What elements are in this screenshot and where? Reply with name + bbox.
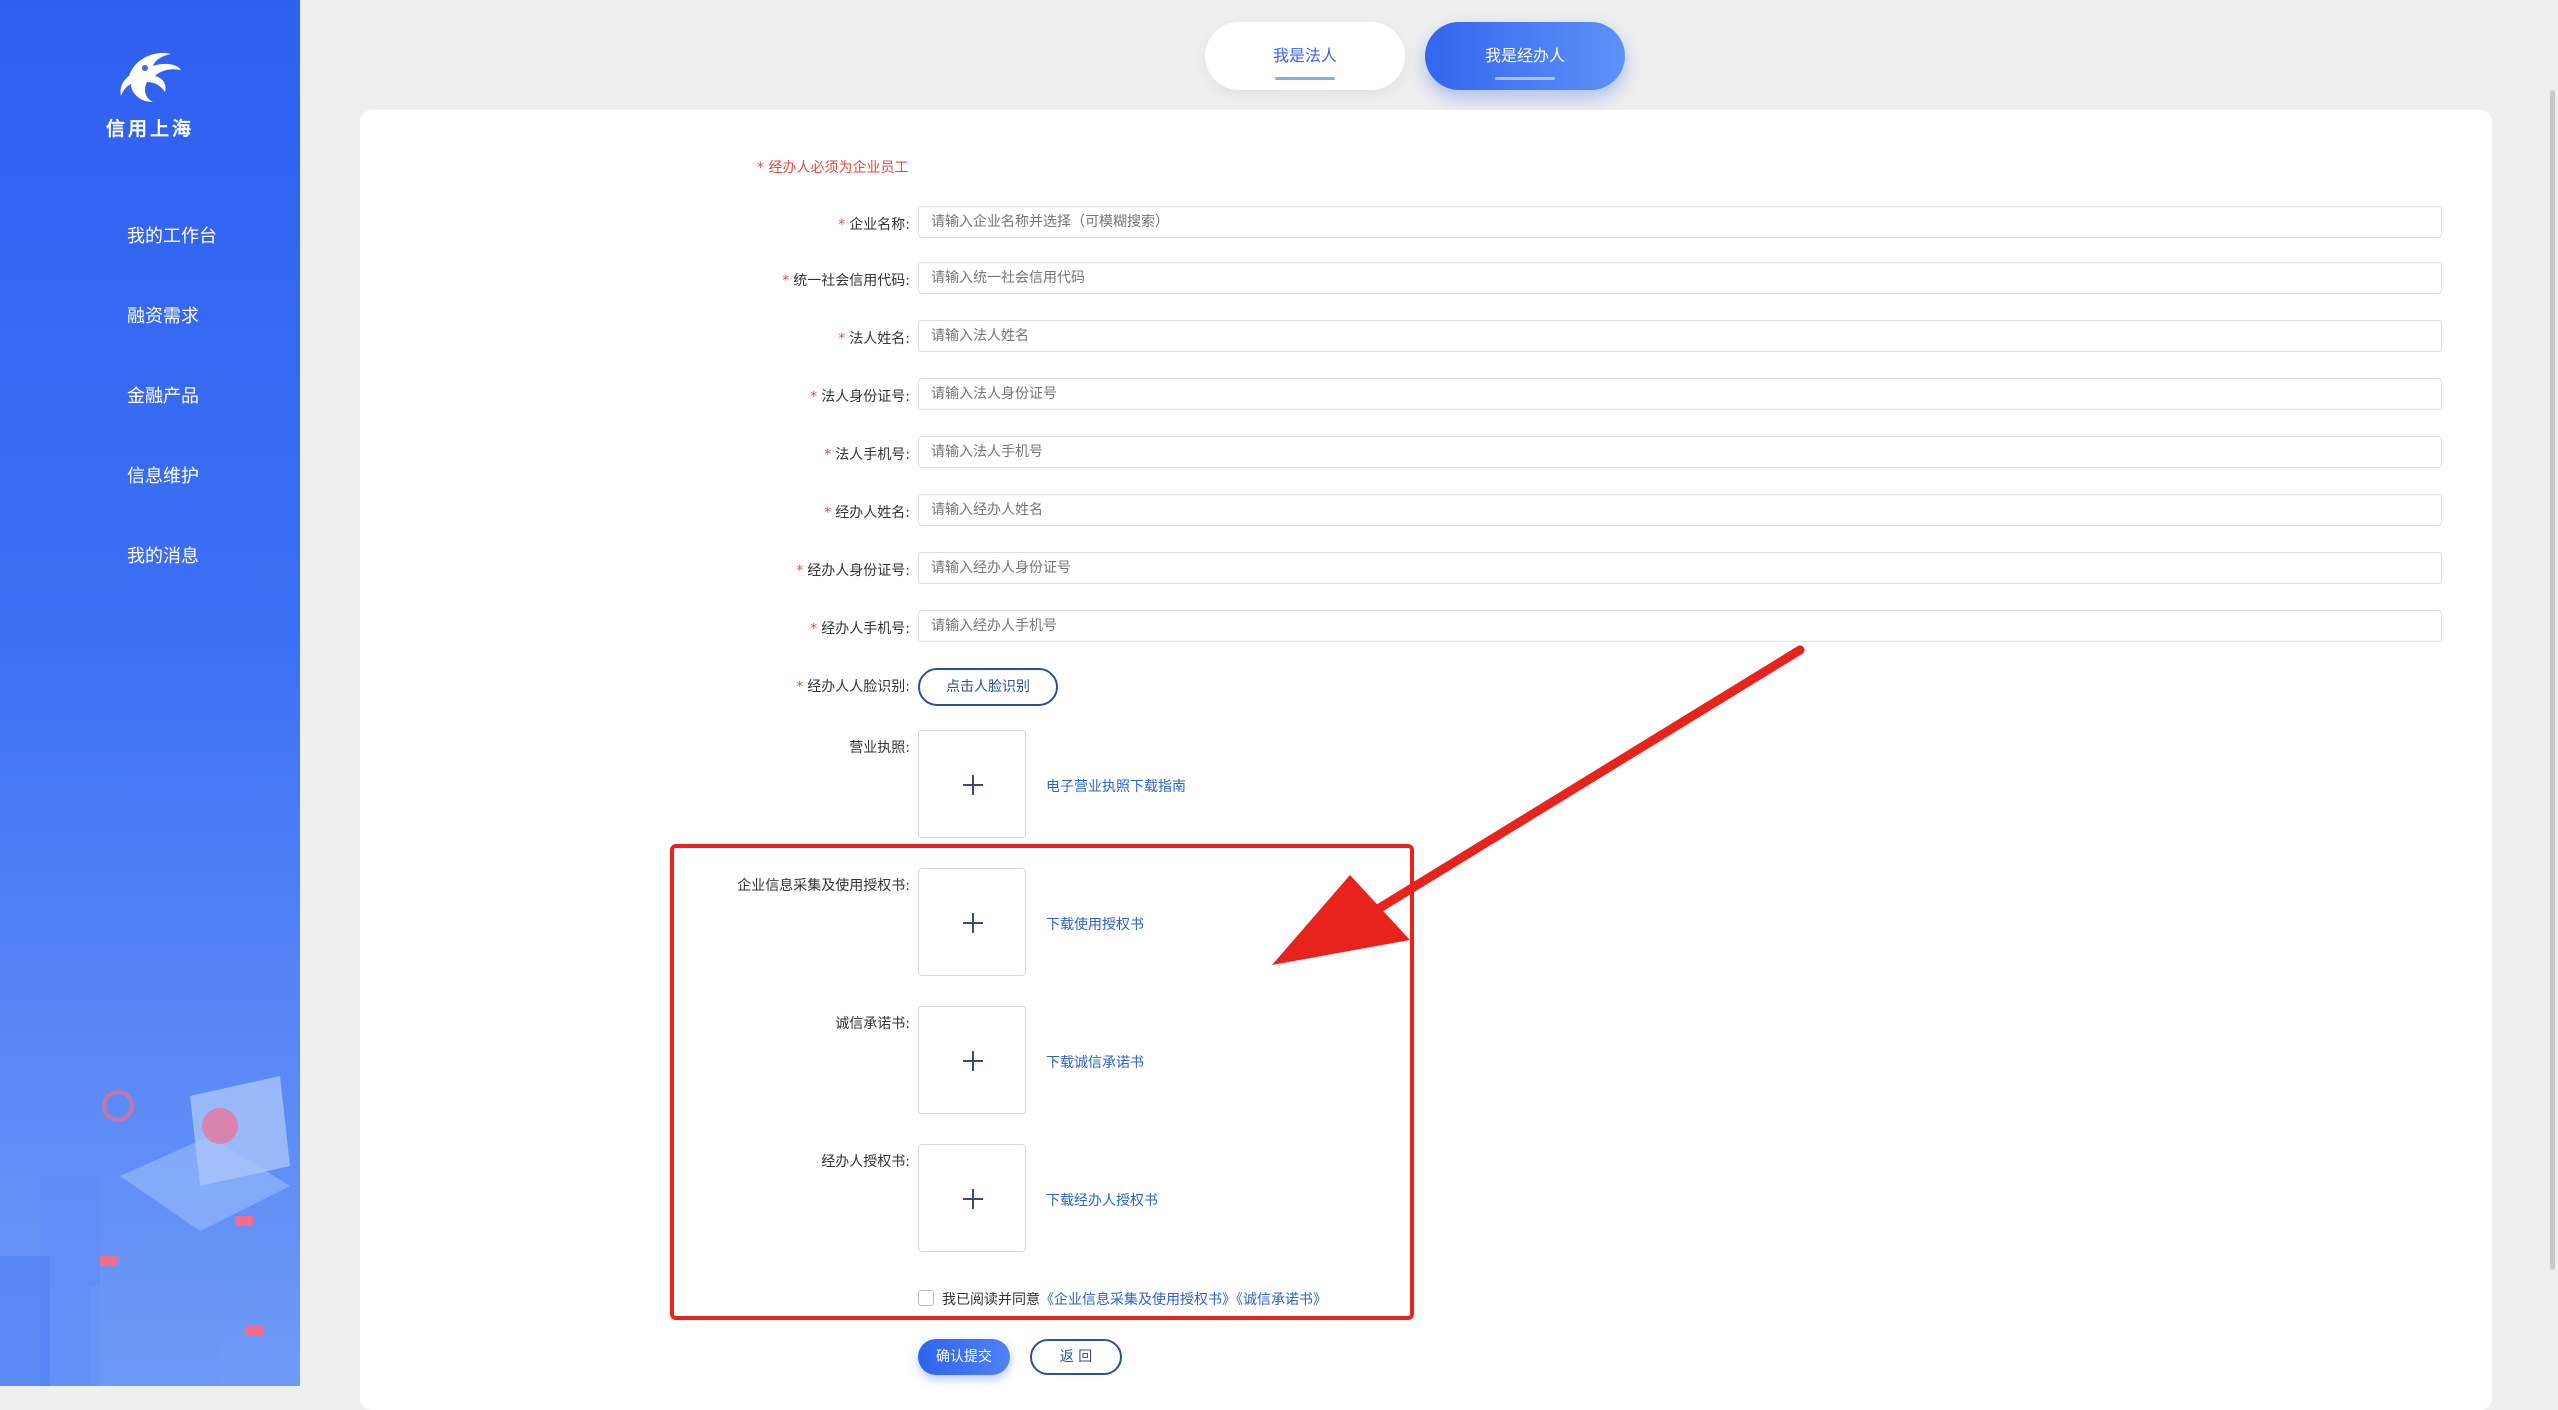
plus-icon	[963, 1051, 983, 1071]
logo-icon	[120, 52, 181, 102]
face-recognition-button[interactable]: 点击人脸识别	[918, 668, 1058, 706]
plus-icon	[963, 913, 983, 933]
back-button[interactable]: 返 回	[1030, 1339, 1122, 1375]
agent-name-input[interactable]	[918, 494, 2442, 526]
agree-text: 我已阅读并同意《企业信息采集及使用授权书》《诚信承诺书》	[942, 1289, 1327, 1309]
field-label: * 经办人身份证号:	[796, 563, 910, 579]
sidebar-nav: 我的工作台 融资需求 金融产品 信息维护 我的消息	[0, 212, 300, 612]
field-label: * 法人姓名:	[838, 331, 910, 347]
legal-name-input[interactable]	[918, 320, 2442, 352]
legal-id-input[interactable]	[918, 378, 2442, 410]
agent-authorization-upload[interactable]	[918, 1144, 1026, 1252]
tab-agent-label: 我是经办人	[1484, 46, 1565, 65]
field-label: * 统一社会信用代码:	[782, 273, 910, 289]
field-label: * 经办人人脸识别:	[796, 679, 910, 695]
field-label: * 企业名称:	[838, 217, 910, 233]
legal-phone-input[interactable]	[918, 436, 2442, 468]
tab-legal-underline	[1275, 77, 1335, 80]
download-integrity-link[interactable]: 下载诚信承诺书	[1046, 1052, 1144, 1072]
license-guide-link[interactable]: 电子营业执照下载指南	[1046, 776, 1186, 796]
field-label: * 法人身份证号:	[810, 389, 910, 405]
field-label: * 法人手机号:	[824, 447, 910, 463]
tab-legal-label: 我是法人	[1272, 46, 1337, 65]
field-label: * 经办人手机号:	[810, 621, 910, 637]
sidebar-item-info[interactable]: 信息维护	[0, 452, 300, 532]
download-authorization-link[interactable]: 下载使用授权书	[1046, 914, 1144, 934]
tab-agent[interactable]: 我是经办人	[1425, 22, 1625, 90]
upload-label: 经办人授权书:	[821, 1154, 910, 1170]
download-agent-authorization-link[interactable]: 下载经办人授权书	[1046, 1190, 1158, 1210]
agreement-link-integrity[interactable]: 《诚信承诺书》	[1236, 1292, 1327, 1308]
sidebar-item-workbench[interactable]: 我的工作台	[0, 212, 300, 292]
submit-button[interactable]: 确认提交	[918, 1339, 1010, 1375]
sidebar-item-products[interactable]: 金融产品	[0, 372, 300, 452]
upload-label: 企业信息采集及使用授权书:	[737, 878, 910, 894]
tab-legal-person[interactable]: 我是法人	[1205, 22, 1405, 90]
sidebar: 信用上海 我的工作台 融资需求 金融产品 信息维护 我的消息	[0, 0, 300, 1386]
agreement-link-authorization[interactable]: 《企业信息采集及使用授权书》	[1040, 1292, 1236, 1308]
upload-label: 诚信承诺书:	[835, 1016, 910, 1032]
field-label: * 经办人姓名:	[824, 505, 910, 521]
sidebar-item-financing[interactable]: 融资需求	[0, 292, 300, 372]
integrity-upload[interactable]	[918, 1006, 1026, 1114]
business-license-upload[interactable]	[918, 730, 1026, 838]
plus-icon	[963, 775, 983, 795]
agent-phone-input[interactable]	[918, 610, 2442, 642]
authorization-upload[interactable]	[918, 868, 1026, 976]
plus-icon	[963, 1189, 983, 1209]
logo-text: 信用上海	[105, 118, 194, 140]
page-scrollbar[interactable]	[2550, 90, 2555, 1270]
agree-checkbox[interactable]	[918, 1290, 934, 1306]
sidebar-item-messages[interactable]: 我的消息	[0, 532, 300, 612]
credit-code-input[interactable]	[918, 262, 2442, 294]
logo[interactable]: 信用上海	[100, 46, 200, 141]
agent-id-input[interactable]	[918, 552, 2442, 584]
agent-notice: * 经办人必须为企业员工	[757, 160, 909, 176]
tab-agent-underline	[1495, 77, 1555, 80]
company-name-input[interactable]	[918, 206, 2442, 238]
sidebar-illustration	[0, 1076, 290, 1386]
agree-prefix: 我已阅读并同意	[942, 1292, 1040, 1308]
upload-label: 营业执照:	[849, 740, 910, 756]
form-card	[360, 110, 2492, 1410]
